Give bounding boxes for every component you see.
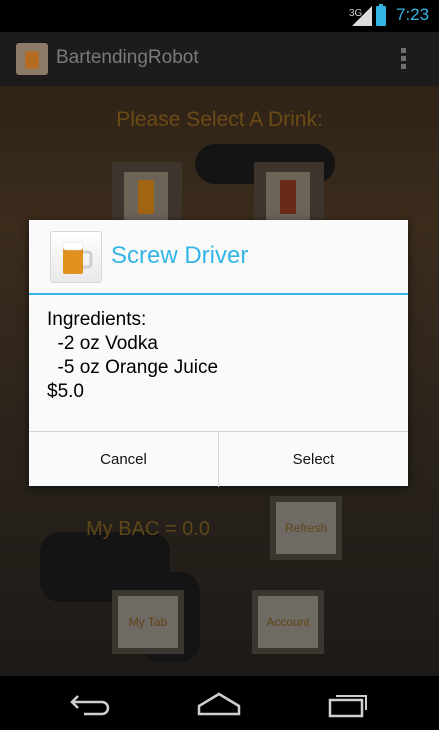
home-icon[interactable]	[189, 686, 249, 720]
clock: 7:23	[396, 5, 430, 24]
overflow-menu-icon[interactable]	[401, 48, 407, 70]
action-bar: BartendingRobot	[0, 32, 439, 86]
dialog-message: Ingredients: -2 oz Vodka -5 oz Orange Ju…	[47, 309, 219, 402]
beer-mug-icon	[50, 231, 102, 283]
drink-dialog: Screw Driver Ingredients: -2 oz Vodka -5…	[29, 220, 408, 487]
recents-icon[interactable]	[318, 686, 378, 720]
dialog-header: Screw Driver	[29, 220, 408, 295]
navigation-bar	[0, 676, 439, 730]
bac-readout: My BAC = 0.0	[86, 518, 210, 540]
app-title: BartendingRobot	[56, 47, 199, 68]
cancel-button[interactable]: Cancel	[29, 432, 218, 487]
dialog-title: Screw Driver	[111, 242, 249, 269]
my-tab-button[interactable]: My Tab	[112, 590, 184, 654]
dialog-button-bar: Cancel Select	[29, 431, 408, 487]
my-tab-label: My Tab	[118, 596, 178, 648]
account-label: Account	[258, 596, 318, 648]
red-drink-icon	[266, 172, 310, 222]
drink-prompt: Please Select A Drink:	[116, 108, 323, 131]
battery-icon	[376, 4, 386, 26]
refresh-button[interactable]: Refresh	[270, 496, 342, 560]
signal-icon	[352, 6, 372, 26]
back-icon[interactable]	[62, 686, 122, 720]
orange-drink-icon	[124, 172, 168, 222]
status-bar: 3G 7:23	[0, 0, 439, 32]
select-button[interactable]: Select	[219, 432, 408, 487]
beer-mug-icon	[16, 43, 48, 75]
account-button[interactable]: Account	[252, 590, 324, 654]
refresh-label: Refresh	[276, 502, 336, 554]
